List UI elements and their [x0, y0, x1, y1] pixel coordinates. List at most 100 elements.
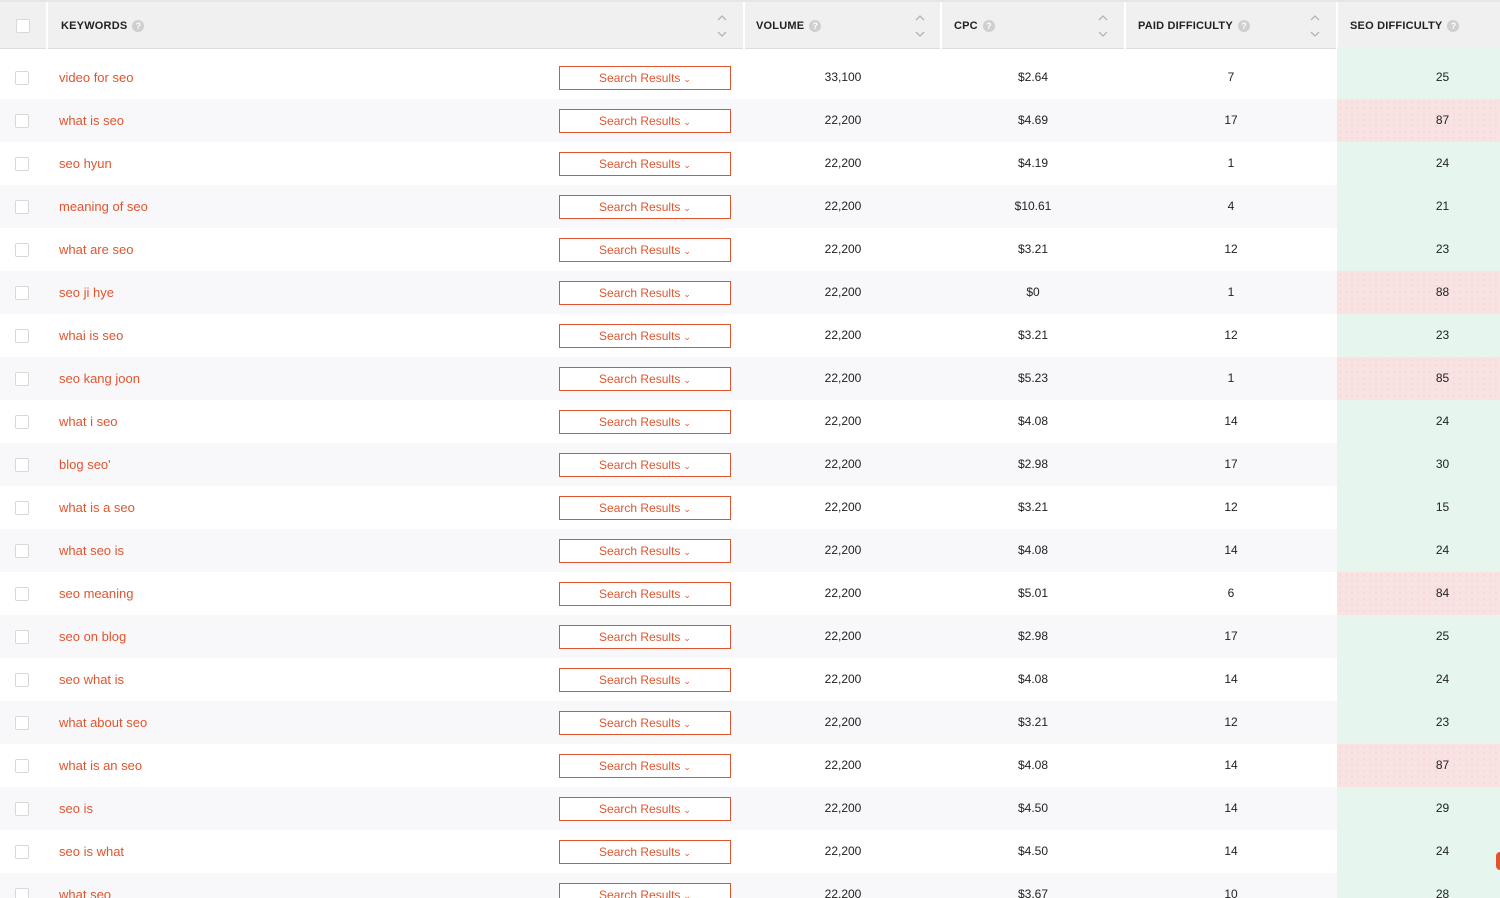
seo-difficulty-cell: 21	[1337, 185, 1500, 228]
seo-difficulty-value: 23	[1435, 715, 1450, 729]
seo-difficulty-cell: 23	[1337, 314, 1500, 357]
keyword-link[interactable]: what seo is	[59, 543, 124, 558]
scrollbar-thumb[interactable]	[1496, 852, 1500, 870]
row-checkbox[interactable]	[15, 114, 29, 128]
seo-difficulty-cell: 24	[1337, 830, 1500, 873]
table-row: seo meaning Search Results ⌄ 22,200 $5.01 6 84	[0, 572, 1500, 615]
keyword-link[interactable]: what i seo	[59, 414, 118, 429]
row-checkbox[interactable]	[15, 329, 29, 343]
row-checkbox[interactable]	[15, 673, 29, 687]
search-results-dropdown[interactable]: Search Results ⌄	[559, 324, 731, 348]
cpc-value: $2.64	[1017, 70, 1049, 84]
help-icon[interactable]: ?	[1237, 19, 1250, 32]
table-row: what is seo Search Results ⌄ 22,200 $4.69 17 8…	[0, 99, 1500, 142]
sort-icon[interactable]	[1098, 14, 1108, 38]
search-results-dropdown[interactable]: Search Results ⌄	[559, 367, 731, 391]
keyword-link[interactable]: video for seo	[59, 70, 133, 85]
row-checkbox[interactable]	[15, 630, 29, 644]
keyword-link[interactable]: meaning of seo	[59, 199, 148, 214]
row-checkbox[interactable]	[15, 415, 29, 429]
header-volume[interactable]: VOLUME ?	[743, 2, 940, 49]
search-results-label: Search Results	[599, 114, 681, 128]
row-checkbox[interactable]	[15, 458, 29, 472]
row-checkbox[interactable]	[15, 759, 29, 773]
search-results-dropdown[interactable]: Search Results ⌄	[559, 711, 731, 735]
row-checkbox[interactable]	[15, 501, 29, 515]
keyword-link[interactable]: what seo	[59, 887, 111, 898]
row-checkbox[interactable]	[15, 200, 29, 214]
search-results-dropdown[interactable]: Search Results ⌄	[559, 625, 731, 649]
paid-difficulty-value: 14	[1224, 758, 1238, 772]
cpc-header-label: CPC	[954, 19, 978, 32]
header-seo-difficulty[interactable]: SEO DIFFICULTY ?	[1336, 2, 1500, 49]
keyword-link[interactable]: what are seo	[59, 242, 133, 257]
search-results-dropdown[interactable]: Search Results ⌄	[559, 754, 731, 778]
chevron-down-icon: ⌄	[683, 805, 691, 815]
keywords-header-label: KEYWORDS	[61, 19, 128, 32]
search-results-dropdown[interactable]: Search Results ⌄	[559, 668, 731, 692]
keyword-link[interactable]: seo meaning	[59, 586, 133, 601]
sort-icon[interactable]	[717, 14, 727, 38]
row-checkbox[interactable]	[15, 802, 29, 816]
search-results-dropdown[interactable]: Search Results ⌄	[559, 840, 731, 864]
row-checkbox[interactable]	[15, 157, 29, 171]
keyword-link[interactable]: what about seo	[59, 715, 147, 730]
keyword-link[interactable]: blog seo'	[59, 457, 111, 472]
keyword-link[interactable]: seo what is	[59, 672, 124, 687]
row-checkbox[interactable]	[15, 845, 29, 859]
chevron-down-icon: ⌄	[683, 332, 691, 342]
seo-difficulty-cell: 24	[1337, 142, 1500, 185]
sort-icon[interactable]	[1310, 14, 1320, 38]
row-checkbox[interactable]	[15, 372, 29, 386]
keyword-link[interactable]: what is seo	[59, 113, 124, 128]
seo-difficulty-value: 87	[1435, 758, 1450, 772]
paid-difficulty-value: 4	[1227, 199, 1235, 213]
search-results-dropdown[interactable]: Search Results ⌄	[559, 152, 731, 176]
header-paid-difficulty[interactable]: PAID DIFFICULTY ?	[1124, 2, 1336, 49]
row-checkbox[interactable]	[15, 888, 29, 898]
help-icon[interactable]: ?	[982, 19, 995, 32]
search-results-dropdown[interactable]: Search Results ⌄	[559, 66, 731, 90]
row-checkbox[interactable]	[15, 587, 29, 601]
chevron-down-icon: ⌄	[683, 203, 691, 213]
search-results-dropdown[interactable]: Search Results ⌄	[559, 797, 731, 821]
row-checkbox[interactable]	[15, 716, 29, 730]
seo-difficulty-cell: 85	[1337, 357, 1500, 400]
select-all-checkbox[interactable]	[16, 18, 30, 33]
help-icon[interactable]: ?	[809, 19, 822, 32]
row-checkbox[interactable]	[15, 544, 29, 558]
keyword-link[interactable]: seo hyun	[59, 156, 112, 171]
sort-icon[interactable]	[915, 14, 925, 38]
cpc-value: $3.21	[1017, 242, 1049, 256]
volume-value: 22,200	[824, 672, 862, 686]
search-results-dropdown[interactable]: Search Results ⌄	[559, 281, 731, 305]
help-icon[interactable]: ?	[132, 19, 145, 32]
keyword-link[interactable]: what is a seo	[59, 500, 135, 515]
header-cpc[interactable]: CPC ?	[940, 2, 1124, 49]
search-results-dropdown[interactable]: Search Results ⌄	[559, 238, 731, 262]
keyword-link[interactable]: what is an seo	[59, 758, 142, 773]
search-results-label: Search Results	[599, 372, 681, 386]
seo-difficulty-cell: 30	[1337, 443, 1500, 486]
row-checkbox[interactable]	[15, 286, 29, 300]
search-results-dropdown[interactable]: Search Results ⌄	[559, 582, 731, 606]
search-results-dropdown[interactable]: Search Results ⌄	[559, 410, 731, 434]
keyword-link[interactable]: whai is seo	[59, 328, 123, 343]
keyword-link[interactable]: seo is what	[59, 844, 124, 859]
row-checkbox[interactable]	[15, 243, 29, 257]
header-keywords[interactable]: KEYWORDS ?	[46, 2, 743, 49]
search-results-dropdown[interactable]: Search Results ⌄	[559, 539, 731, 563]
row-checkbox[interactable]	[15, 71, 29, 85]
search-results-dropdown[interactable]: Search Results ⌄	[559, 453, 731, 477]
keyword-link[interactable]: seo kang joon	[59, 371, 140, 386]
search-results-dropdown[interactable]: Search Results ⌄	[559, 883, 731, 898]
table-row: seo ji hye Search Results ⌄ 22,200 $0 1 88	[0, 271, 1500, 314]
search-results-dropdown[interactable]: Search Results ⌄	[559, 195, 731, 219]
keyword-link[interactable]: seo ji hye	[59, 285, 114, 300]
help-icon[interactable]: ?	[1447, 19, 1460, 32]
keyword-link[interactable]: seo is	[59, 801, 93, 816]
search-results-dropdown[interactable]: Search Results ⌄	[559, 109, 731, 133]
keyword-link[interactable]: seo on blog	[59, 629, 126, 644]
seo-difficulty-cell: 25	[1337, 56, 1500, 99]
search-results-dropdown[interactable]: Search Results ⌄	[559, 496, 731, 520]
